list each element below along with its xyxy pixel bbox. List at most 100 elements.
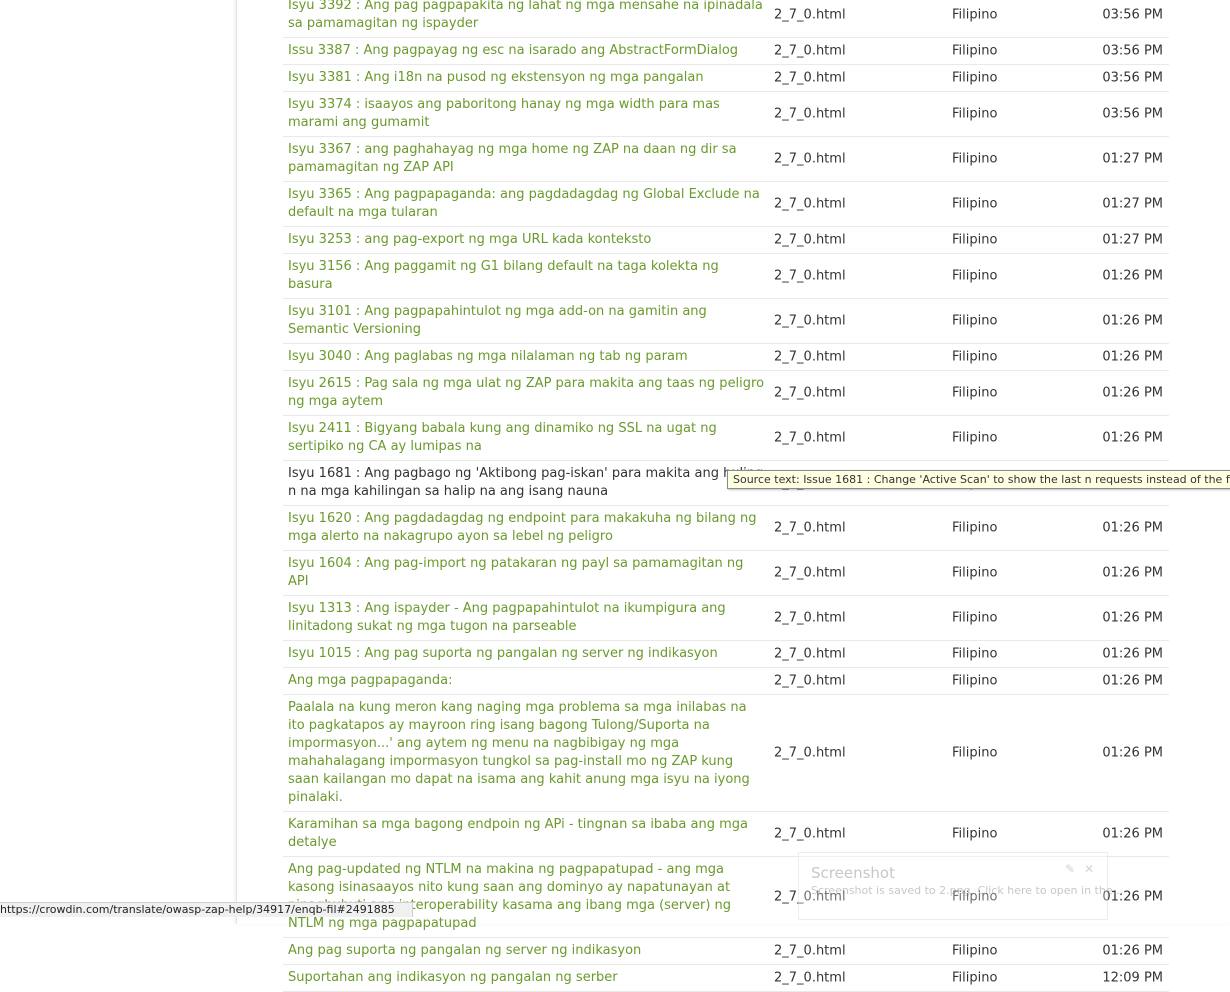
string-text-link[interactable]: Isyu 3365 : Ang pagpapaganda: ang pagdad… bbox=[283, 182, 766, 226]
string-row[interactable]: Isyu 1313 : Ang ispayder - Ang pagpapahi… bbox=[283, 596, 1169, 641]
file-name: 2_7_0.html bbox=[774, 7, 846, 23]
timestamp: 01:26 PM bbox=[1102, 610, 1163, 626]
file-name: 2_7_0.html bbox=[774, 826, 846, 842]
translation-strings-list: Isyu 3392 : Ang pag pagpapakita ng lahat… bbox=[283, 0, 1169, 992]
string-text-link[interactable]: Suportahan ang indikasyon ng pangalan ng… bbox=[283, 965, 766, 991]
file-name: 2_7_0.html bbox=[774, 349, 846, 365]
language: Filipino bbox=[952, 7, 998, 23]
language: Filipino bbox=[952, 826, 998, 842]
string-row[interactable]: Issu 3387 : Ang pagpayag ng esc na isara… bbox=[283, 38, 1169, 65]
timestamp: 03:56 PM bbox=[1102, 106, 1163, 122]
string-row[interactable]: Isyu 1604 : Ang pag-import ng patakaran … bbox=[283, 551, 1169, 596]
string-row[interactable]: Isyu 3040 : Ang paglabas ng mga nilalama… bbox=[283, 344, 1169, 371]
string-row[interactable]: Karamihan sa mga bagong endpoin ng APi -… bbox=[283, 812, 1169, 857]
timestamp: 01:26 PM bbox=[1102, 673, 1163, 689]
close-icon[interactable]: ✕ bbox=[1084, 862, 1094, 876]
string-text-link[interactable]: Isyu 3381 : Ang i18n na pusod ng ekstens… bbox=[283, 65, 766, 91]
language: Filipino bbox=[952, 196, 998, 212]
string-row[interactable]: Isyu 2615 : Pag sala ng mga ulat ng ZAP … bbox=[283, 371, 1169, 416]
string-text-link[interactable]: Isyu 1604 : Ang pag-import ng patakaran … bbox=[283, 551, 766, 595]
language: Filipino bbox=[952, 385, 998, 401]
string-text-link[interactable]: Isyu 1620 : Ang pagdadagdag ng endpoint … bbox=[283, 506, 766, 550]
string-text-link[interactable]: Isyu 3156 : Ang paggamit ng G1 bilang de… bbox=[283, 254, 766, 298]
string-text-link[interactable]: Isyu 1015 : Ang pag suporta ng pangalan … bbox=[283, 641, 766, 667]
language: Filipino bbox=[952, 520, 998, 536]
language: Filipino bbox=[952, 43, 998, 59]
screenshot-notification[interactable]: Screenshot Screenshot is saved to 2.png.… bbox=[798, 852, 1123, 920]
file-name: 2_7_0.html bbox=[774, 196, 846, 212]
file-name: 2_7_0.html bbox=[774, 232, 846, 248]
string-text-link[interactable]: Karamihan sa mga bagong endpoin ng APi -… bbox=[283, 812, 766, 856]
timestamp: 01:26 PM bbox=[1102, 349, 1163, 365]
string-text-link[interactable]: Isyu 3253 : ang pag-export ng mga URL ka… bbox=[283, 227, 766, 253]
language: Filipino bbox=[952, 745, 998, 761]
string-row[interactable]: Isyu 3101 : Ang pagpapahintulot ng mga a… bbox=[283, 299, 1169, 344]
string-text-link[interactable]: Isyu 1313 : Ang ispayder - Ang pagpapahi… bbox=[283, 596, 766, 640]
string-text-link[interactable]: Ang pag suporta ng pangalan ng server ng… bbox=[283, 938, 766, 964]
timestamp: 01:26 PM bbox=[1102, 268, 1163, 284]
timestamp: 01:26 PM bbox=[1102, 745, 1163, 761]
string-text-link[interactable]: Isyu 1681 : Ang pagbago ng 'Aktibong pag… bbox=[283, 461, 766, 505]
string-text-link[interactable]: Isyu 2615 : Pag sala ng mga ulat ng ZAP … bbox=[283, 371, 766, 415]
timestamp: 01:26 PM bbox=[1102, 520, 1163, 536]
file-name: 2_7_0.html bbox=[774, 565, 846, 581]
source-text-tooltip: Source text: Issue 1681 : Change 'Active… bbox=[727, 470, 1230, 489]
language: Filipino bbox=[952, 313, 998, 329]
timestamp: 01:26 PM bbox=[1102, 826, 1163, 842]
timestamp: 03:56 PM bbox=[1102, 7, 1163, 23]
file-name: 2_7_0.html bbox=[774, 430, 846, 446]
string-text-link[interactable]: Ang pag-updated ng NTLM na makina ng pag… bbox=[283, 857, 766, 937]
string-text-link[interactable]: Isyu 3392 : Ang pag pagpapakita ng lahat… bbox=[283, 0, 766, 37]
string-row[interactable]: Ang pag suporta ng pangalan ng server ng… bbox=[283, 938, 1169, 965]
file-name: 2_7_0.html bbox=[774, 268, 846, 284]
file-name: 2_7_0.html bbox=[774, 520, 846, 536]
language: Filipino bbox=[952, 349, 998, 365]
language: Filipino bbox=[952, 970, 998, 986]
language: Filipino bbox=[952, 943, 998, 959]
string-row[interactable]: Isyu 3381 : Ang i18n na pusod ng ekstens… bbox=[283, 65, 1169, 92]
string-row[interactable]: Suportahan ang indikasyon ng pangalan ng… bbox=[283, 965, 1169, 992]
string-row[interactable]: Paalala na kung meron kang naging mga pr… bbox=[283, 695, 1169, 812]
file-name: 2_7_0.html bbox=[774, 745, 846, 761]
pin-icon[interactable]: ✎ bbox=[1065, 862, 1075, 876]
timestamp: 01:26 PM bbox=[1102, 385, 1163, 401]
string-text-link[interactable]: Paalala na kung meron kang naging mga pr… bbox=[283, 695, 766, 811]
file-name: 2_7_0.html bbox=[774, 970, 846, 986]
language: Filipino bbox=[952, 565, 998, 581]
file-name: 2_7_0.html bbox=[774, 151, 846, 167]
language: Filipino bbox=[952, 430, 998, 446]
file-name: 2_7_0.html bbox=[774, 673, 846, 689]
language: Filipino bbox=[952, 70, 998, 86]
string-row[interactable]: Isyu 3156 : Ang paggamit ng G1 bilang de… bbox=[283, 254, 1169, 299]
timestamp: 03:56 PM bbox=[1102, 70, 1163, 86]
language: Filipino bbox=[952, 610, 998, 626]
timestamp: 01:26 PM bbox=[1102, 565, 1163, 581]
string-row[interactable]: Isyu 1015 : Ang pag suporta ng pangalan … bbox=[283, 641, 1169, 668]
string-text-link[interactable]: Isyu 2411 : Bigyang babala kung ang dina… bbox=[283, 416, 766, 460]
file-name: 2_7_0.html bbox=[774, 43, 846, 59]
file-name: 2_7_0.html bbox=[774, 70, 846, 86]
timestamp: 01:26 PM bbox=[1102, 430, 1163, 446]
language: Filipino bbox=[952, 268, 998, 284]
file-name: 2_7_0.html bbox=[774, 385, 846, 401]
notification-title: Screenshot bbox=[811, 864, 895, 882]
string-row[interactable]: Isyu 3367 : ang paghahayag ng mga home n… bbox=[283, 137, 1169, 182]
string-text-link[interactable]: Isyu 3367 : ang paghahayag ng mga home n… bbox=[283, 137, 766, 181]
string-text-link[interactable]: Isyu 3101 : Ang pagpapahintulot ng mga a… bbox=[283, 299, 766, 343]
timestamp: 01:27 PM bbox=[1102, 232, 1163, 248]
timestamp: 01:27 PM bbox=[1102, 196, 1163, 212]
string-row[interactable]: Isyu 3365 : Ang pagpapaganda: ang pagdad… bbox=[283, 182, 1169, 227]
string-row[interactable]: Isyu 3392 : Ang pag pagpapakita ng lahat… bbox=[283, 0, 1169, 38]
notification-message: Screenshot is saved to 2.png. Click here… bbox=[811, 884, 1124, 897]
string-text-link[interactable]: Issu 3387 : Ang pagpayag ng esc na isara… bbox=[283, 38, 766, 64]
language: Filipino bbox=[952, 106, 998, 122]
string-row[interactable]: Isyu 3253 : ang pag-export ng mga URL ka… bbox=[283, 227, 1169, 254]
timestamp: 01:27 PM bbox=[1102, 151, 1163, 167]
string-row[interactable]: Isyu 1620 : Ang pagdadagdag ng endpoint … bbox=[283, 506, 1169, 551]
string-row[interactable]: Isyu 3374 : isaayos ang paboritong hanay… bbox=[283, 92, 1169, 137]
string-text-link[interactable]: Ang mga pagpapaganda: bbox=[283, 668, 766, 694]
string-row[interactable]: Ang mga pagpapaganda: 2_7_0.html Filipino 0… bbox=[283, 668, 1169, 695]
string-text-link[interactable]: Isyu 3040 : Ang paglabas ng mga nilalama… bbox=[283, 344, 766, 370]
string-row[interactable]: Isyu 2411 : Bigyang babala kung ang dina… bbox=[283, 416, 1169, 461]
string-text-link[interactable]: Isyu 3374 : isaayos ang paboritong hanay… bbox=[283, 92, 766, 136]
